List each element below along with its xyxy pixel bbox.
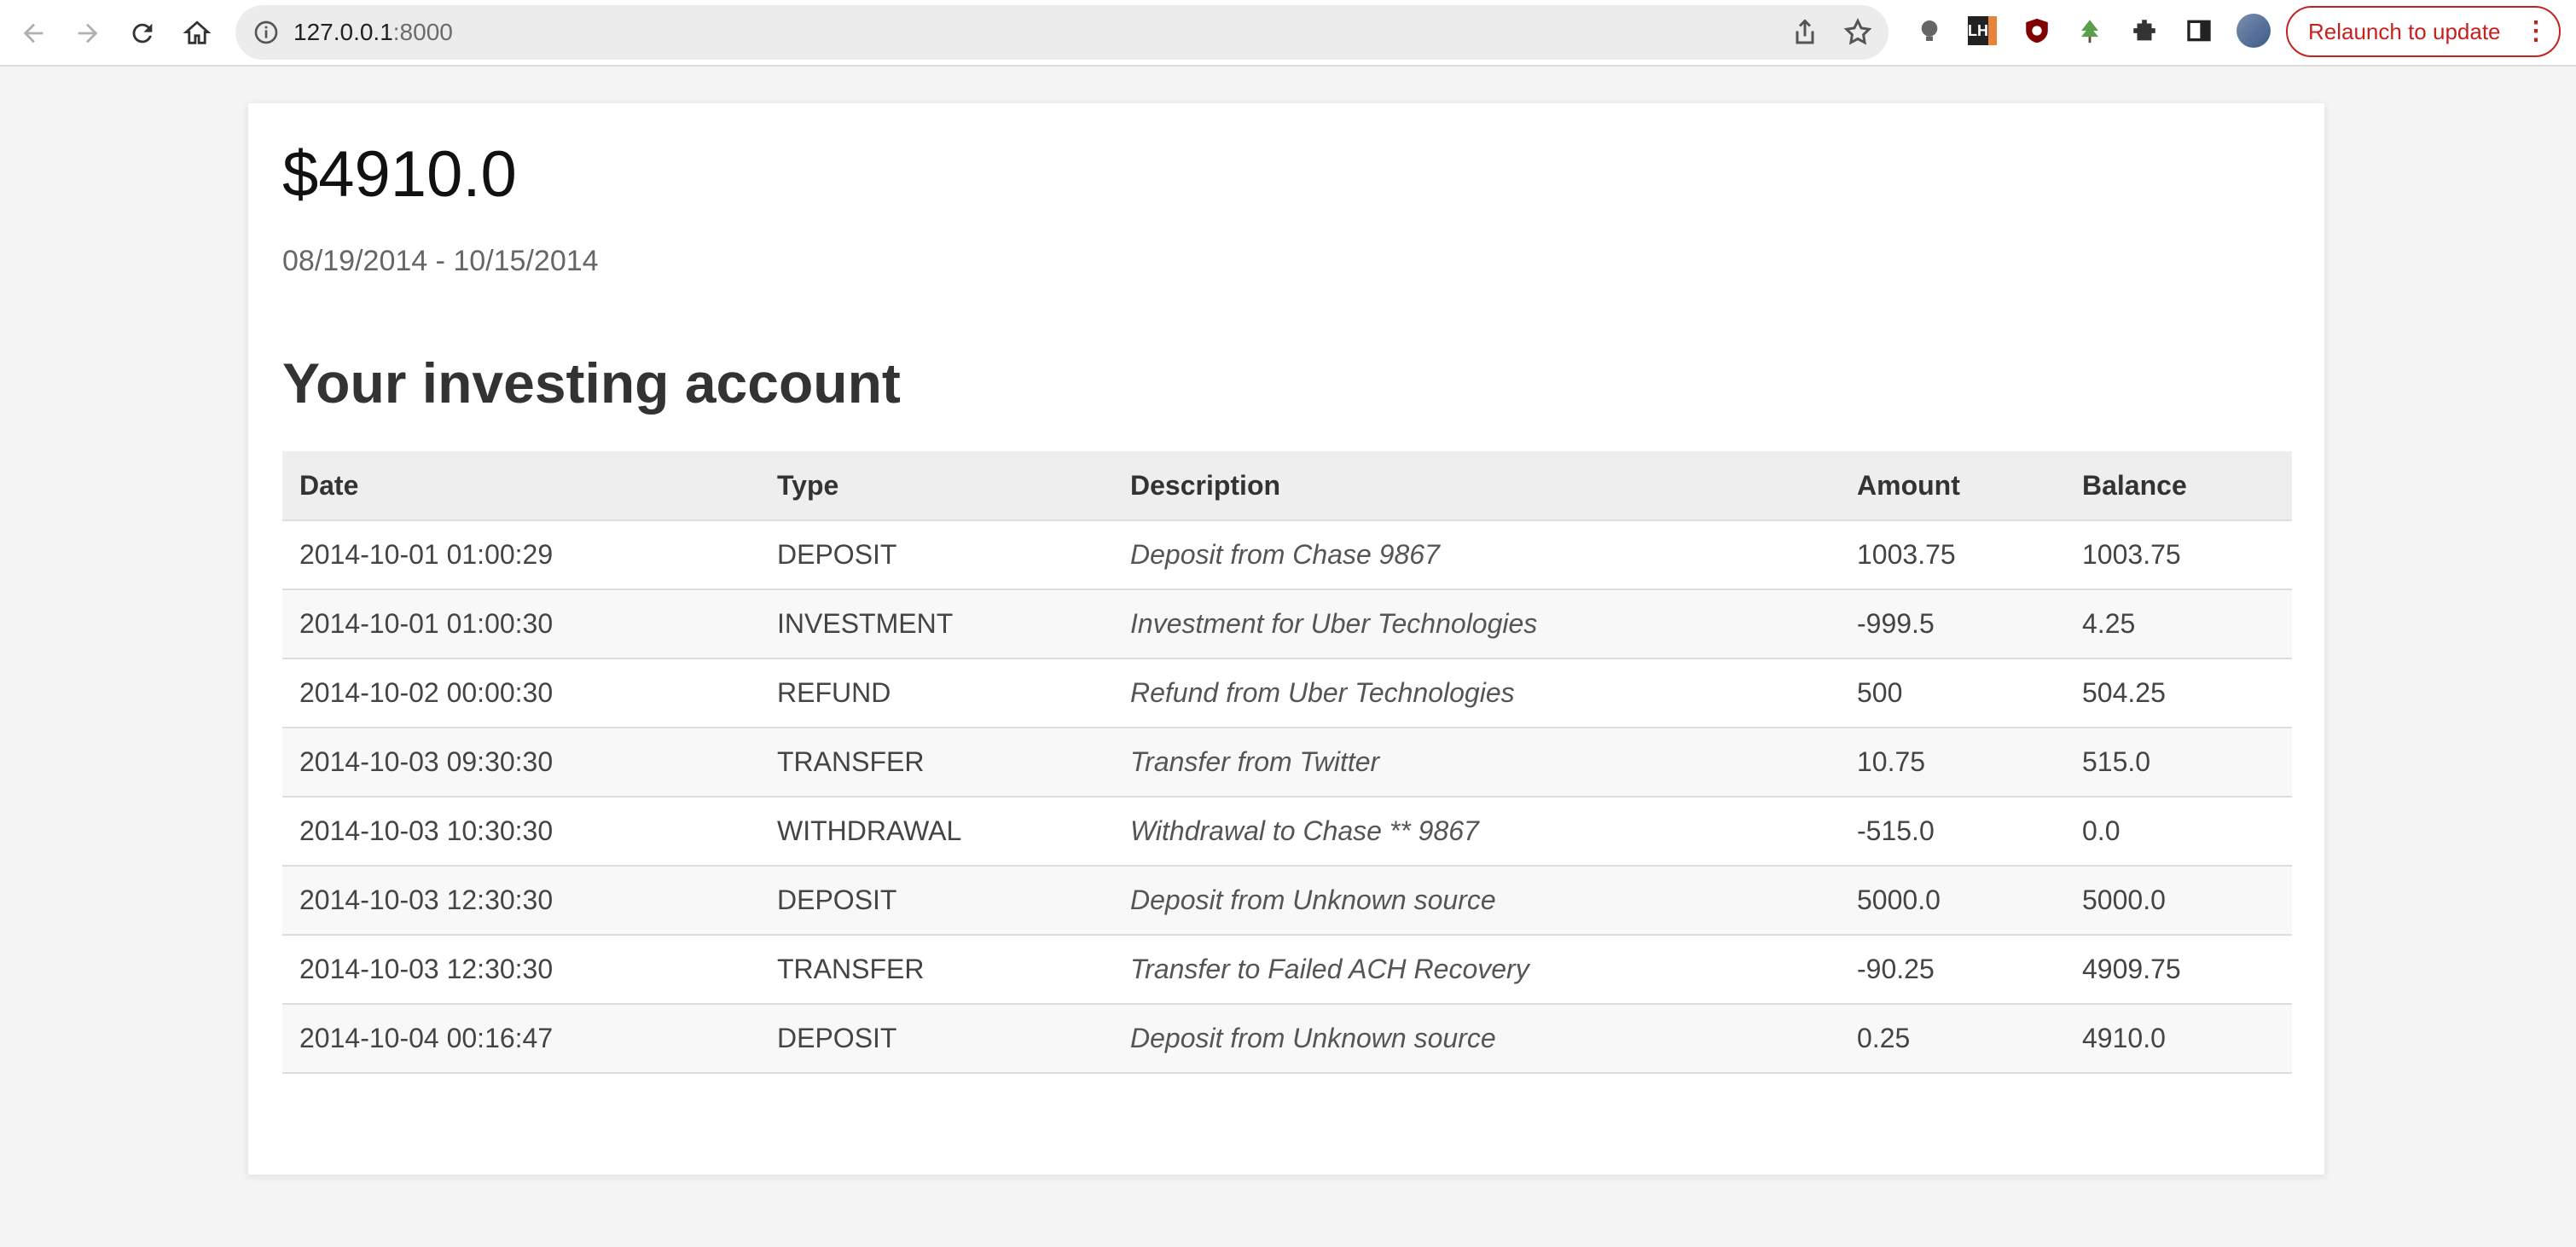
forward-button[interactable] <box>67 12 109 55</box>
cell-type: DEPOSIT <box>760 520 1113 590</box>
cell-type: INVESTMENT <box>760 589 1113 659</box>
table-row: 2014-10-01 01:00:30 INVESTMENT Investmen… <box>282 589 2292 659</box>
column-header-balance: Balance <box>2065 451 2292 521</box>
browser-toolbar: 127.0.0.1:8000 LH Relaunch to update ⋮ <box>0 0 2576 67</box>
column-header-type: Type <box>760 451 1113 521</box>
cell-balance: 4910.0 <box>2065 1004 2292 1074</box>
cell-date: 2014-10-03 09:30:30 <box>282 728 760 798</box>
account-card: $4910.0 08/19/2014 - 10/15/2014 Your inv… <box>247 102 2325 1175</box>
cell-balance: 4.25 <box>2065 589 2292 659</box>
cell-description: Deposit from Unknown source <box>1113 866 1840 936</box>
extension-lightbulb-icon[interactable] <box>1912 14 1947 48</box>
column-header-amount: Amount <box>1840 451 2065 521</box>
cell-balance: 1003.75 <box>2065 520 2292 590</box>
url-host: 127.0.0.1 <box>293 19 393 45</box>
arrow-right-icon <box>78 23 98 44</box>
column-header-date: Date <box>282 451 760 521</box>
cell-date: 2014-10-01 01:00:30 <box>282 589 760 659</box>
cell-amount: -515.0 <box>1840 797 2065 867</box>
cell-balance: 0.0 <box>2065 797 2292 867</box>
cell-description: Refund from Uber Technologies <box>1113 658 1840 728</box>
cell-description: Deposit from Chase 9867 <box>1113 520 1840 590</box>
share-icon[interactable] <box>1790 17 1820 48</box>
table-row: 2014-10-03 12:30:30 DEPOSIT Deposit from… <box>282 866 2292 936</box>
date-range: 08/19/2014 - 10/15/2014 <box>282 245 599 277</box>
cell-description: Withdrawal to Chase ** 9867 <box>1113 797 1840 867</box>
cell-amount: 10.75 <box>1840 728 2065 798</box>
relaunch-label: Relaunch to update <box>2308 19 2501 44</box>
more-vert-icon[interactable]: ⋮ <box>2523 8 2549 55</box>
cell-amount: -90.25 <box>1840 935 2065 1005</box>
table-row: 2014-10-04 00:16:47 DEPOSIT Deposit from… <box>282 1004 2292 1074</box>
home-icon <box>183 20 212 44</box>
cell-amount: 500 <box>1840 658 2065 728</box>
extensions-puzzle-icon[interactable] <box>2127 14 2161 48</box>
cell-type: TRANSFER <box>760 935 1113 1005</box>
cell-type: REFUND <box>760 658 1113 728</box>
account-total: $4910.0 <box>282 138 517 211</box>
cell-date: 2014-10-01 01:00:29 <box>282 520 760 590</box>
table-row: 2014-10-03 09:30:30 TRANSFER Transfer fr… <box>282 728 2292 798</box>
cell-type: DEPOSIT <box>760 1004 1113 1074</box>
cell-date: 2014-10-03 12:30:30 <box>282 866 760 936</box>
cell-balance: 5000.0 <box>2065 866 2292 936</box>
extension-lh-icon[interactable]: LH <box>1965 14 1999 48</box>
back-button[interactable] <box>12 12 55 55</box>
cell-date: 2014-10-04 00:16:47 <box>282 1004 760 1074</box>
reload-button[interactable] <box>121 12 164 55</box>
extension-tree-icon[interactable] <box>2073 14 2107 48</box>
side-panel-icon[interactable] <box>2182 14 2216 48</box>
cell-date: 2014-10-03 12:30:30 <box>282 935 760 1005</box>
table-row: 2014-10-02 00:00:30 REFUND Refund from U… <box>282 658 2292 728</box>
cell-description: Transfer to Failed ACH Recovery <box>1113 935 1840 1005</box>
page-title: Your investing account <box>282 351 901 415</box>
cell-amount: -999.5 <box>1840 589 2065 659</box>
address-bar[interactable]: 127.0.0.1:8000 <box>235 5 1888 60</box>
home-button[interactable] <box>176 12 218 55</box>
table-row: 2014-10-01 01:00:29 DEPOSIT Deposit from… <box>282 520 2292 590</box>
cell-amount: 1003.75 <box>1840 520 2065 590</box>
table-header-row: Date Type Description Amount Balance <box>282 451 2292 521</box>
cell-type: WITHDRAWAL <box>760 797 1113 867</box>
cell-type: DEPOSIT <box>760 866 1113 936</box>
url-text[interactable]: 127.0.0.1:8000 <box>293 5 453 60</box>
arrow-left-icon <box>23 23 44 44</box>
cell-description: Investment for Uber Technologies <box>1113 589 1840 659</box>
transactions-table: Date Type Description Amount Balance 201… <box>282 451 2292 1074</box>
cell-type: TRANSFER <box>760 728 1113 798</box>
relaunch-to-update-button[interactable]: Relaunch to update ⋮ <box>2286 6 2561 57</box>
column-header-description: Description <box>1113 451 1840 521</box>
cell-amount: 0.25 <box>1840 1004 2065 1074</box>
extension-ublock-icon[interactable] <box>2020 14 2054 48</box>
cell-balance: 4909.75 <box>2065 935 2292 1005</box>
table-row: 2014-10-03 12:30:30 TRANSFER Transfer to… <box>282 935 2292 1005</box>
url-port: :8000 <box>392 19 453 45</box>
cell-date: 2014-10-02 00:00:30 <box>282 658 760 728</box>
cell-date: 2014-10-03 10:30:30 <box>282 797 760 867</box>
table-row: 2014-10-03 10:30:30 WITHDRAWAL Withdrawa… <box>282 797 2292 867</box>
cell-description: Transfer from Twitter <box>1113 728 1840 798</box>
cell-balance: 515.0 <box>2065 728 2292 798</box>
cell-amount: 5000.0 <box>1840 866 2065 936</box>
info-icon[interactable] <box>252 19 280 46</box>
bookmark-star-icon[interactable] <box>1842 17 1873 48</box>
cell-description: Deposit from Unknown source <box>1113 1004 1840 1074</box>
reload-icon <box>132 23 153 44</box>
cell-balance: 504.25 <box>2065 658 2292 728</box>
profile-avatar[interactable] <box>2237 14 2271 48</box>
